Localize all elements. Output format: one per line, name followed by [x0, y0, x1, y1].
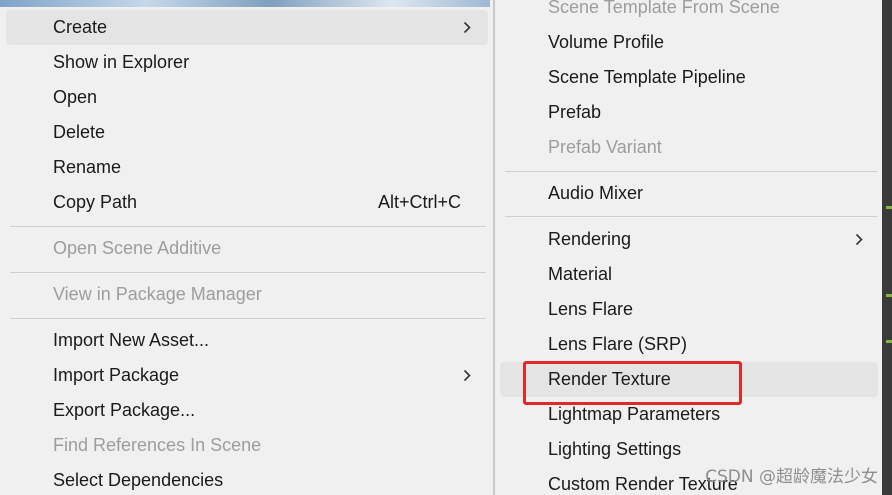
menu-item-select-dependencies[interactable]: Select Dependencies — [6, 463, 488, 495]
menu-item-label: Open Scene Additive — [53, 238, 222, 258]
menu-item-label: Import New Asset... — [53, 330, 210, 350]
menu-item-label: Copy Path — [53, 192, 138, 212]
menu-item-prefab-variant: Prefab Variant — [500, 130, 878, 165]
menu-item-label: Create — [53, 17, 108, 37]
keyboard-shortcut: Alt+Ctrl+C — [377, 192, 461, 212]
menu-item-label: Select Dependencies — [53, 470, 224, 490]
chevron-right-icon — [852, 222, 866, 257]
menu-item-import-package[interactable]: Import Package — [6, 358, 488, 393]
menu-item-label: Delete — [53, 122, 106, 142]
editor-mark — [886, 206, 892, 209]
menu-item-prefab[interactable]: Prefab — [500, 95, 878, 130]
menu-item-lens-flare-srp[interactable]: Lens Flare (SRP) — [500, 327, 878, 362]
menu-item-label: Material — [548, 264, 613, 284]
menu-item-label: Open — [53, 87, 98, 107]
menu-item-label: Show in Explorer — [53, 52, 190, 72]
editor-background-strip — [882, 0, 892, 495]
menu-item-label: Lens Flare — [548, 299, 634, 319]
menu-item-delete[interactable]: Delete — [6, 115, 488, 150]
menu-item-label: Scene Template From Scene — [548, 0, 780, 17]
menu-item-label: Scene Template Pipeline — [548, 67, 746, 87]
menu-item-label: Lens Flare (SRP) — [548, 334, 688, 354]
menu-item-label: Rendering — [548, 229, 632, 249]
menu-item-render-texture[interactable]: Render Texture — [500, 362, 878, 397]
menu-item-audio-mixer[interactable]: Audio Mixer — [500, 176, 878, 211]
menu-item-volume-profile[interactable]: Volume Profile — [500, 25, 878, 60]
menu-item-rename[interactable]: Rename — [6, 150, 488, 185]
menu-item-create[interactable]: Create — [6, 10, 488, 45]
menu-item-label: Prefab — [548, 102, 602, 122]
menu-item-label: View in Package Manager — [53, 284, 262, 304]
menu-item-label: Find References In Scene — [53, 435, 262, 455]
menu-item-import-new-asset[interactable]: Import New Asset... — [6, 323, 488, 358]
menu-item-scene-template-pipeline[interactable]: Scene Template Pipeline — [500, 60, 878, 95]
context-menu: Create Show in Explorer Open Delete Rena… — [0, 0, 494, 495]
menu-item-label: Prefab Variant — [548, 137, 662, 157]
menu-item-label: Render Texture — [548, 369, 671, 389]
chevron-right-icon — [460, 10, 474, 45]
menu-item-export-package[interactable]: Export Package... — [6, 393, 488, 428]
menu-separator — [505, 171, 877, 172]
menu-separator — [10, 226, 486, 227]
menu-item-label: Import Package — [53, 365, 180, 385]
menu-item-show-in-explorer[interactable]: Show in Explorer — [6, 45, 488, 80]
editor-mark — [886, 340, 892, 343]
menu-item-find-references-in-scene: Find References In Scene — [6, 428, 488, 463]
create-submenu: Scene Template From Scene Volume Profile… — [494, 0, 883, 495]
menu-item-open-scene-additive: Open Scene Additive — [6, 231, 488, 266]
menu-item-label: Lighting Settings — [548, 439, 682, 459]
menu-item-lens-flare[interactable]: Lens Flare — [500, 292, 878, 327]
watermark: CSDN @超龄魔法少女 — [705, 467, 878, 487]
menu-item-label: Volume Profile — [548, 32, 665, 52]
menu-item-copy-path[interactable]: Copy Path Alt+Ctrl+C — [6, 185, 488, 220]
menu-item-scene-template-from-scene: Scene Template From Scene — [500, 0, 878, 25]
menu-item-label: Rename — [53, 157, 122, 177]
menu-separator — [505, 216, 877, 217]
menu-item-lightmap-parameters[interactable]: Lightmap Parameters — [500, 397, 878, 432]
menu-item-label: Lightmap Parameters — [548, 404, 721, 424]
menu-item-open[interactable]: Open — [6, 80, 488, 115]
chevron-right-icon — [460, 358, 474, 393]
editor-mark — [886, 294, 892, 297]
menu-separator — [10, 318, 486, 319]
menu-item-label: Export Package... — [53, 400, 196, 420]
menu-item-view-in-package-manager: View in Package Manager — [6, 277, 488, 312]
menu-separator — [10, 272, 486, 273]
menu-item-label: Audio Mixer — [548, 183, 644, 203]
menu-item-rendering[interactable]: Rendering — [500, 222, 878, 257]
background-image-strip — [0, 0, 490, 7]
menu-item-material[interactable]: Material — [500, 257, 878, 292]
